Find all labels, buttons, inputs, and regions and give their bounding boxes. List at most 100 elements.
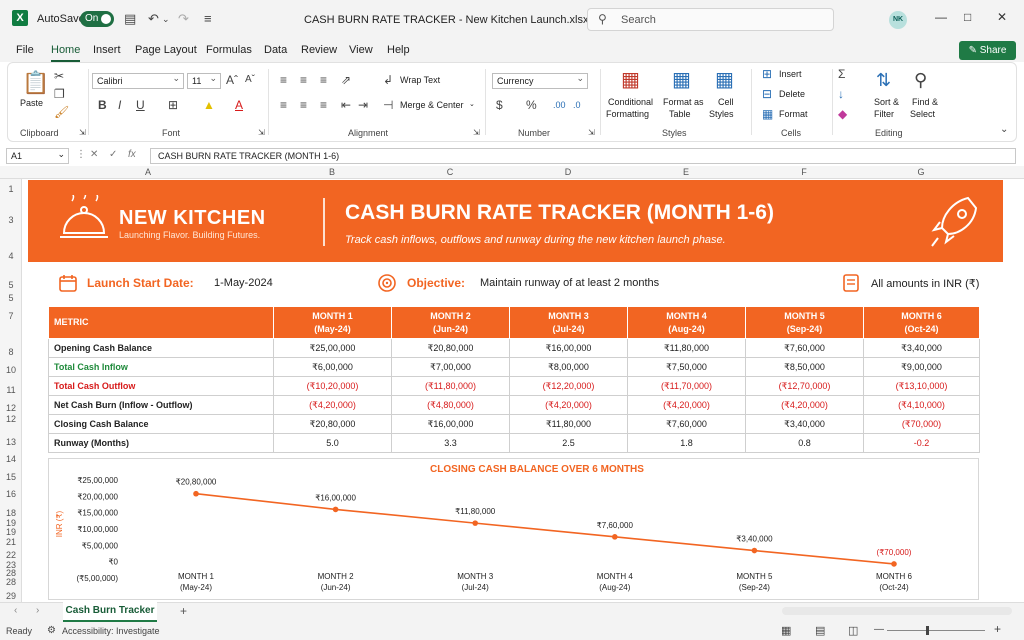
table-cell[interactable]: ₹8,00,000 (509, 357, 628, 377)
table-cell[interactable]: (₹13,10,000) (863, 376, 980, 396)
table-cell[interactable]: ₹6,00,000 (273, 357, 392, 377)
month-header[interactable]: MONTH 2 (Jun-24) (391, 306, 510, 339)
search-input[interactable]: ⚲ Search (587, 8, 834, 31)
scroll-tabs-right-icon[interactable]: › (36, 605, 39, 616)
format-as-table-label[interactable]: Format as (663, 97, 704, 107)
align-bottom-icon[interactable]: ≡ (320, 73, 327, 87)
paste-icon[interactable]: 📋 (22, 71, 49, 95)
cell-styles-icon[interactable]: ▦ (715, 69, 734, 91)
row-header[interactable]: 21 (0, 537, 22, 547)
table-cell[interactable]: (₹10,20,000) (273, 376, 392, 396)
table-cell[interactable]: ₹7,60,000 (627, 414, 746, 434)
table-cell[interactable]: ₹11,80,000 (509, 414, 628, 434)
table-cell[interactable]: ₹8,50,000 (745, 357, 864, 377)
minimize-icon[interactable]: — (935, 10, 947, 24)
row-header[interactable]: 3 (0, 215, 22, 225)
accessibility-icon[interactable]: ⚙ (47, 625, 56, 636)
table-cell[interactable]: (₹4,20,000) (273, 395, 392, 415)
table-cell[interactable]: (₹12,70,000) (745, 376, 864, 396)
normal-view-icon[interactable]: ▦ (781, 624, 791, 637)
increase-font-icon[interactable]: Aˆ (226, 73, 238, 87)
month-header[interactable]: MONTH 5 (Sep-24) (745, 306, 864, 339)
font-name-select[interactable]: Calibri (92, 73, 184, 89)
indent-decrease-icon[interactable]: ⇤ (341, 98, 351, 112)
menu-view[interactable]: View (349, 44, 373, 56)
table-cell[interactable]: (₹4,80,000) (391, 395, 510, 415)
orientation-icon[interactable]: ⇗ (341, 73, 351, 87)
month-header[interactable]: MONTH 6 (Oct-24) (863, 306, 980, 339)
fill-icon[interactable]: ↓ (838, 87, 844, 101)
row-header[interactable]: 29 (0, 591, 22, 601)
accessibility-status[interactable]: Accessibility: Investigate (62, 626, 160, 636)
row-header[interactable]: 5 (0, 293, 22, 303)
row-header[interactable]: 16 (0, 489, 22, 499)
objective-value[interactable]: Maintain runway of at least 2 months (480, 277, 659, 289)
table-cell[interactable]: ₹3,40,000 (745, 414, 864, 434)
zoom-slider-track[interactable] (887, 630, 985, 631)
row-header[interactable]: 10 (0, 365, 22, 375)
conditional-formatting-icon[interactable]: ▦ (621, 69, 640, 91)
clipboard-launcher-icon[interactable]: ⇲ (79, 126, 86, 140)
find-select-icon[interactable]: ⚲ (914, 69, 927, 91)
column-header-c[interactable]: C (391, 166, 509, 179)
menu-formulas[interactable]: Formulas (206, 44, 252, 56)
column-header-e[interactable]: E (627, 166, 745, 179)
column-header-g[interactable]: G (863, 166, 979, 179)
find-select-label2[interactable]: Select (910, 109, 935, 119)
row-header[interactable]: 18 (0, 508, 22, 518)
table-cell[interactable]: ₹25,00,000 (273, 338, 392, 358)
table-cell[interactable]: (₹70,000) (863, 414, 980, 434)
scroll-tabs-left-icon[interactable]: ‹ (14, 605, 17, 616)
conditional-formatting-label[interactable]: Conditional (608, 97, 653, 107)
table-cell[interactable]: 2.5 (509, 433, 628, 453)
cell-styles-label2[interactable]: Styles (709, 109, 734, 119)
month-header[interactable]: MONTH 1 (May-24) (273, 306, 392, 339)
table-cell[interactable]: (₹12,20,000) (509, 376, 628, 396)
document-title[interactable]: CASH BURN RATE TRACKER - New Kitchen Lau… (304, 13, 601, 26)
wrap-text-button[interactable]: Wrap Text (400, 75, 440, 85)
merge-dropdown-icon[interactable]: ⌄ (469, 100, 475, 108)
table-cell[interactable]: 0.8 (745, 433, 864, 453)
format-painter-icon[interactable]: 🖌 (54, 105, 69, 119)
row-header[interactable]: 19 (0, 527, 22, 537)
maximize-icon[interactable]: □ (964, 10, 971, 24)
table-cell[interactable]: (₹4,10,000) (863, 395, 980, 415)
clear-icon[interactable]: ◆ (838, 107, 847, 121)
font-launcher-icon[interactable]: ⇲ (258, 126, 265, 140)
menu-help[interactable]: Help (387, 44, 410, 56)
table-cell[interactable]: 5.0 (273, 433, 392, 453)
font-color-icon[interactable]: A (235, 98, 243, 112)
decrease-decimal-icon[interactable]: .0 (573, 98, 581, 112)
close-icon[interactable]: ✕ (997, 10, 1007, 24)
align-top-icon[interactable]: ≡ (280, 73, 287, 87)
menu-insert[interactable]: Insert (93, 44, 121, 56)
insert-function-icon[interactable]: fx (128, 149, 136, 160)
zoom-in-icon[interactable]: + (994, 622, 1001, 636)
collapse-ribbon-icon[interactable]: ⌄ (1000, 123, 1008, 137)
row-label[interactable]: Net Cash Burn (Inflow - Outflow) (48, 395, 274, 415)
table-cell[interactable]: ₹16,00,000 (391, 414, 510, 434)
undo-dropdown-icon[interactable]: ⌄ (162, 11, 170, 27)
row-header[interactable]: 15 (0, 472, 22, 482)
borders-icon[interactable]: ⊞ (168, 98, 178, 112)
column-header-f[interactable]: F (745, 166, 863, 179)
zoom-out-icon[interactable]: — (874, 624, 884, 635)
format-cells-icon[interactable]: ▦ (762, 107, 773, 121)
format-cells-button[interactable]: Format (779, 109, 808, 119)
fill-color-icon[interactable]: ▲ (203, 98, 215, 112)
table-cell[interactable]: (₹4,20,000) (745, 395, 864, 415)
row-label[interactable]: Runway (Months) (48, 433, 274, 453)
row-header[interactable]: 14 (0, 454, 22, 464)
copy-icon[interactable]: ❐ (54, 87, 65, 101)
number-format-select[interactable]: Currency (492, 73, 588, 89)
font-size-select[interactable]: 11 (187, 73, 221, 89)
row-header[interactable]: 22 (0, 550, 22, 560)
avatar[interactable]: NK (889, 11, 907, 29)
column-header-a[interactable]: A (23, 166, 273, 179)
table-cell[interactable]: -0.2 (863, 433, 980, 453)
row-header[interactable]: 13 (0, 437, 22, 447)
find-select-label[interactable]: Find & (912, 97, 938, 107)
zoom-slider-thumb[interactable] (926, 626, 929, 635)
table-cell[interactable]: 1.8 (627, 433, 746, 453)
customize-toolbar-icon[interactable]: ≡ (204, 11, 212, 27)
